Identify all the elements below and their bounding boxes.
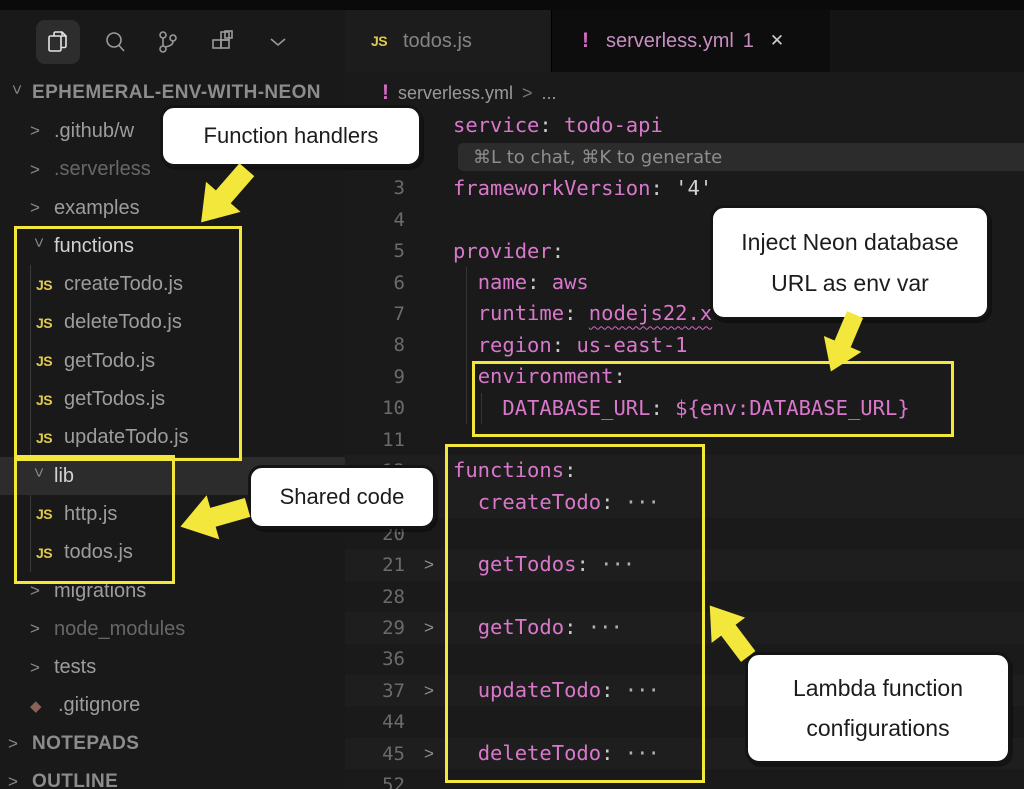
annotation-inject-neon: Inject Neon database URL as env var xyxy=(710,205,990,320)
line-number[interactable]: 29 xyxy=(345,617,405,639)
chevron-right-icon[interactable]: > xyxy=(30,160,54,180)
tab-badge: 1 xyxy=(743,30,754,53)
tree-item-examples[interactable]: >examples xyxy=(0,189,345,227)
line-number[interactable]: 4 xyxy=(345,209,405,231)
vscode-window: >EPHEMERAL-ENV-WITH-NEON>.github/w>.serv… xyxy=(0,0,1024,789)
tree-item-label: .github/w xyxy=(54,120,134,143)
tree-item-label: EPHEMERAL-ENV-WITH-NEON xyxy=(32,82,321,104)
line-number[interactable]: 44 xyxy=(345,711,405,733)
line-number[interactable]: 6 xyxy=(345,272,405,294)
chevron-right-icon[interactable]: > xyxy=(8,734,32,754)
code-line-2[interactable]: 2⌘L to chat, ⌘K to generate xyxy=(345,141,1024,172)
line-number[interactable]: 45 xyxy=(345,743,405,765)
tab-bar: JS todos.js ! serverless.yml 1 ✕ xyxy=(345,10,1024,72)
indent-guide xyxy=(466,393,467,424)
tab-todos-js[interactable]: JS todos.js xyxy=(345,10,552,72)
indent-guide xyxy=(466,330,467,361)
tree-item-label: .gitignore xyxy=(58,694,140,717)
tree-item-label: NOTEPADS xyxy=(32,733,139,755)
tree-item-gitignore[interactable]: ◆.gitignore xyxy=(0,687,345,725)
code-line-3[interactable]: 3 frameworkVersion: '4' xyxy=(345,173,1024,204)
annotation-function-handlers: Function handlers xyxy=(160,105,422,167)
line-number[interactable]: 11 xyxy=(345,429,405,451)
ai-hint[interactable]: ⌘L to chat, ⌘K to generate xyxy=(458,143,1024,171)
yaml-warning-icon: ! xyxy=(582,29,606,53)
code-text: region: us-east-1 xyxy=(453,330,688,361)
line-number[interactable]: 37 xyxy=(345,680,405,702)
breadcrumb[interactable]: ! serverless.yml > ... xyxy=(345,78,1024,108)
extensions-icon[interactable] xyxy=(200,20,244,64)
chevron-right-icon[interactable]: > xyxy=(30,619,54,639)
line-number[interactable]: 10 xyxy=(345,397,405,419)
chevron-down-icon[interactable] xyxy=(256,20,300,64)
tab-label: todos.js xyxy=(403,30,472,53)
code-text: provider: xyxy=(453,236,564,267)
highlight-lib-folder xyxy=(14,455,175,584)
highlight-functions-yaml xyxy=(445,444,705,783)
chevron-right-icon[interactable]: > xyxy=(30,581,54,601)
window-top-strip xyxy=(0,0,1024,10)
chevron-right-icon[interactable]: > xyxy=(30,658,54,678)
tree-item-label: tests xyxy=(54,656,96,679)
source-control-icon[interactable] xyxy=(146,20,190,64)
code-line-1[interactable]: 1service: todo-api xyxy=(345,110,1024,141)
git-icon: ◆ xyxy=(30,697,58,715)
tree-item-label: OUTLINE xyxy=(32,771,118,789)
breadcrumb-separator: > xyxy=(522,83,533,104)
chevron-down-icon[interactable]: > xyxy=(7,85,27,102)
tab-serverless-yml[interactable]: ! serverless.yml 1 ✕ xyxy=(552,10,830,72)
tree-item-notepads[interactable]: >NOTEPADS xyxy=(0,725,345,763)
indent-guide xyxy=(466,361,467,392)
line-number[interactable]: 8 xyxy=(345,334,405,356)
chevron-right-icon[interactable]: > xyxy=(30,121,54,141)
code-text: runtime: nodejs22.x xyxy=(453,298,712,329)
code-text: name: aws xyxy=(453,267,589,298)
tree-item-node-modules[interactable]: >node_modules xyxy=(0,610,345,648)
code-line-8[interactable]: 8 region: us-east-1 xyxy=(345,330,1024,361)
activity-bar xyxy=(0,10,345,74)
yaml-warning-icon: ! xyxy=(382,81,389,105)
line-number[interactable]: 7 xyxy=(345,303,405,325)
tab-label: serverless.yml xyxy=(606,30,734,53)
tree-item-label: node_modules xyxy=(54,618,185,641)
line-number[interactable]: 28 xyxy=(345,586,405,608)
code-text: frameworkVersion: '4' xyxy=(453,173,712,204)
highlight-functions-folder xyxy=(14,226,242,461)
annotation-lambda-config: Lambda function configurations xyxy=(745,652,1011,764)
line-number[interactable]: 21 xyxy=(345,554,405,576)
line-number[interactable]: 36 xyxy=(345,648,405,670)
line-number[interactable]: 52 xyxy=(345,774,405,789)
search-icon[interactable] xyxy=(93,20,137,64)
code-text: service: todo-api xyxy=(453,110,663,141)
breadcrumb-ellipsis[interactable]: ... xyxy=(542,83,557,104)
line-number[interactable]: 3 xyxy=(345,177,405,199)
tree-item-tests[interactable]: >tests xyxy=(0,648,345,686)
line-number[interactable]: 9 xyxy=(345,366,405,388)
tree-item-label: examples xyxy=(54,197,140,220)
tree-item-label: .serverless xyxy=(54,158,151,181)
explorer-icon[interactable] xyxy=(36,20,80,64)
js-icon: JS xyxy=(371,33,403,49)
indent-guide xyxy=(466,298,467,329)
tree-item-outline[interactable]: >OUTLINE xyxy=(0,763,345,789)
highlight-environment-yaml xyxy=(472,361,954,437)
annotation-shared-code: Shared code xyxy=(248,465,436,529)
indent-guide xyxy=(466,267,467,298)
chevron-right-icon[interactable]: > xyxy=(30,198,54,218)
breadcrumb-file[interactable]: serverless.yml xyxy=(398,83,513,104)
line-number[interactable]: 5 xyxy=(345,240,405,262)
chevron-right-icon[interactable]: > xyxy=(8,772,32,789)
close-icon[interactable]: ✕ xyxy=(770,31,784,51)
